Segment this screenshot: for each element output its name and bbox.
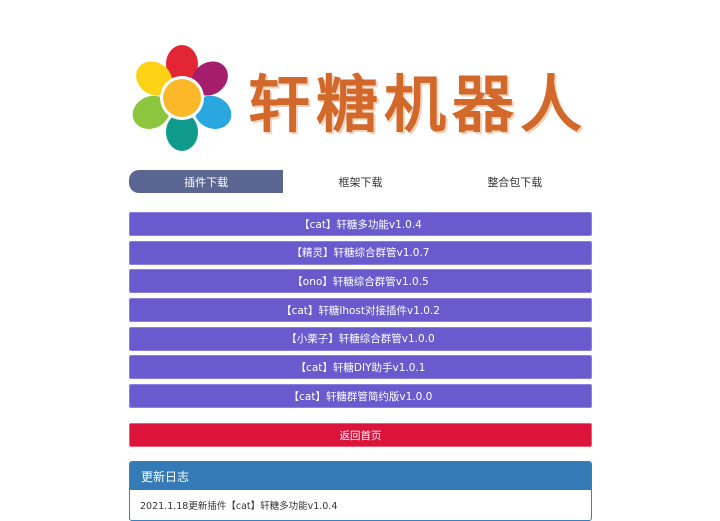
tab-plugin-download[interactable]: 插件下载 [129, 170, 284, 193]
flower-icon [132, 45, 232, 151]
tab-framework-download[interactable]: 框架下载 [283, 170, 437, 193]
download-tabs: 插件下载 框架下载 整合包下载 [129, 170, 592, 193]
download-button-cat-diy[interactable]: 【cat】轩糖DIY助手v1.0.1 [129, 355, 592, 380]
flower-center [163, 79, 201, 117]
download-list: 【cat】轩糖多功能v1.0.4 【精灵】轩糖综合群管v1.0.7 【ono】轩… [129, 212, 592, 413]
download-button-cat-multi[interactable]: 【cat】轩糖多功能v1.0.4 [129, 212, 592, 236]
download-button-ono-admin[interactable]: 【ono】轩糖综合群管v1.0.5 [129, 269, 592, 294]
tab-bundle-download[interactable]: 整合包下载 [438, 170, 592, 193]
changelog-entry: 2021.1.18更新插件【cat】轩糖多功能v1.0.4 [140, 501, 338, 512]
brand-title: 轩糖机器人 [248, 68, 589, 141]
download-button-jingling-admin[interactable]: 【精灵】轩糖综合群管v1.0.7 [129, 240, 592, 265]
changelog-title: 更新日志 [130, 462, 591, 490]
changelog-panel: 更新日志 2021.1.18更新插件【cat】轩糖多功能v1.0.4 [129, 461, 592, 521]
brand-logo: 轩糖机器人 [128, 40, 588, 156]
download-button-xiaolizi-admin[interactable]: 【小栗子】轩糖综合群管v1.0.0 [129, 326, 592, 351]
download-button-cat-lhost[interactable]: 【cat】轩糖lhost对接插件v1.0.2 [129, 298, 592, 323]
back-home-button[interactable]: 返回首页 [129, 423, 592, 447]
download-button-cat-simple-admin[interactable]: 【cat】轩糖群管简约版v1.0.0 [129, 384, 592, 409]
